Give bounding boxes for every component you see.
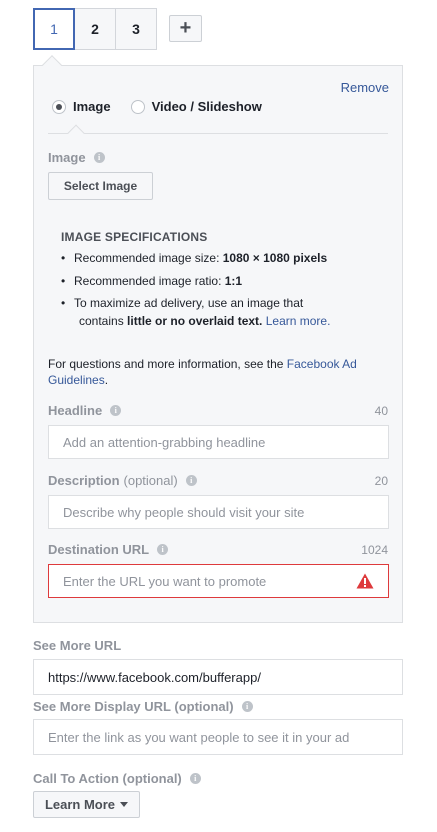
see-more-url-label: See More URL [33, 638, 122, 653]
warning-icon [356, 573, 374, 589]
radio-selected-dot [56, 103, 62, 110]
image-specs-title: IMAGE SPECIFICATIONS [61, 230, 208, 244]
call-to-action-dropdown[interactable]: Learn More [33, 791, 140, 818]
description-input[interactable]: Describe why people should visit your si… [48, 495, 389, 529]
image-label: Image i [48, 150, 105, 165]
radio-video-slideshow-label[interactable]: Video / Slideshow [152, 99, 262, 114]
divider [48, 133, 388, 134]
destination-url-char-count: 1024 [361, 543, 388, 557]
spec-delivery: • To maximize ad delivery, use an image … [61, 296, 304, 310]
spec-size: • Recommended image size: 1080 × 1080 pi… [61, 251, 328, 265]
see-more-display-url-label: See More Display URL (optional) i [33, 699, 253, 714]
info-icon[interactable]: i [93, 152, 105, 163]
destination-url-placeholder: Enter the URL you want to promote [63, 573, 267, 589]
remove-card-link[interactable]: Remove [341, 80, 389, 95]
plus-icon: + [179, 17, 192, 39]
tab-card-3[interactable]: 3 [115, 8, 157, 50]
see-more-display-url-input[interactable]: Enter the link as you want people to see… [33, 719, 403, 755]
headline-label: Headline i [48, 403, 122, 418]
media-option-pointer [67, 124, 85, 142]
radio-image-label[interactable]: Image [73, 99, 111, 114]
description-char-count: 20 [374, 474, 388, 488]
call-to-action-value: Learn More [44, 797, 116, 812]
description-label: Description (optional) i [48, 473, 197, 488]
info-icon[interactable]: i [185, 475, 197, 486]
headline-char-count: 40 [374, 404, 388, 418]
learn-more-link[interactable]: Learn more. [266, 314, 331, 328]
info-icon[interactable]: i [157, 544, 169, 555]
tab-card-1[interactable]: 1 [33, 8, 75, 50]
card-tabs: 1 2 3 [33, 8, 157, 50]
chevron-down-icon [120, 802, 129, 807]
info-icon[interactable]: i [189, 773, 201, 784]
spec-delivery-cont: contains little or no overlaid text. Lea… [79, 314, 331, 328]
add-card-button[interactable]: + [169, 15, 202, 42]
tab-card-2[interactable]: 2 [74, 8, 116, 50]
see-more-url-input[interactable]: https://www.facebook.com/bufferapp/ [33, 659, 403, 695]
select-image-button[interactable]: Select Image [48, 172, 153, 200]
radio-image[interactable] [52, 99, 66, 114]
destination-url-input[interactable]: Enter the URL you want to promote [48, 564, 389, 598]
info-icon[interactable]: i [110, 405, 122, 416]
guidelines-text: For questions and more information, see … [48, 357, 357, 387]
destination-url-label: Destination URL i [48, 542, 169, 557]
call-to-action-label: Call To Action (optional) i [33, 771, 201, 786]
info-icon[interactable]: i [241, 701, 253, 712]
headline-input[interactable]: Add an attention-grabbing headline [48, 425, 389, 459]
card-panel: Remove Image Video / Slideshow Image i S… [33, 65, 403, 623]
spec-ratio: • Recommended image ratio: 1:1 [61, 274, 243, 288]
radio-video-slideshow[interactable] [130, 99, 145, 114]
media-type-selector: Image Video / Slideshow [52, 99, 282, 114]
image-label-text: Image [48, 150, 86, 165]
